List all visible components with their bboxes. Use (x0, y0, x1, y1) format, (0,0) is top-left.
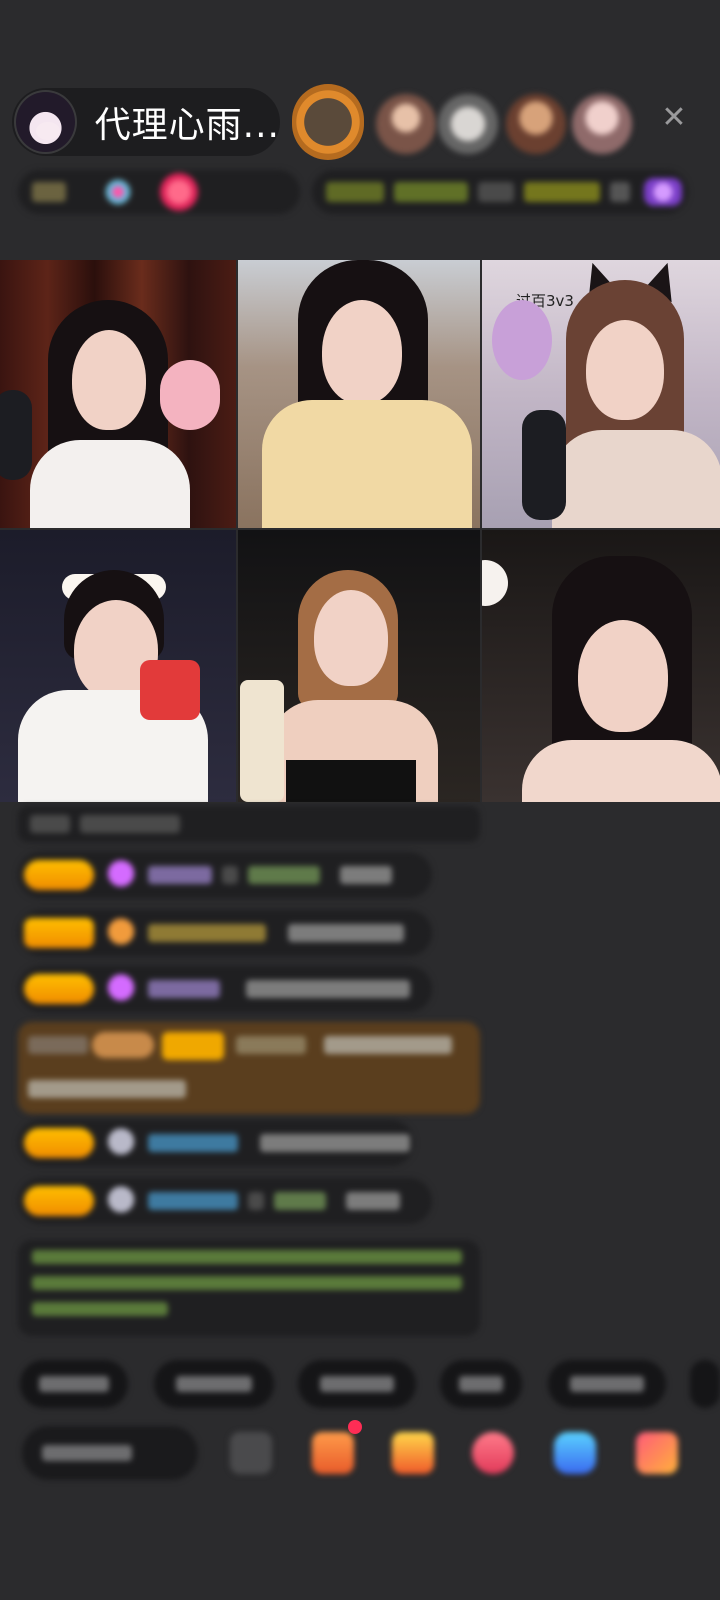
top-viewer-avatar-1[interactable] (292, 84, 364, 160)
flower-decoration (492, 300, 552, 380)
host-info-pill[interactable]: 代理心雨... (12, 88, 280, 156)
video-cell-3[interactable]: 过百3v3 (482, 260, 720, 528)
close-icon[interactable]: ✕ (656, 100, 692, 136)
chat-message[interactable] (18, 910, 432, 956)
microphone (0, 390, 32, 480)
chat-input-box[interactable] (22, 1426, 198, 1480)
rank-badge-icon (32, 182, 66, 202)
host-avatar-icon[interactable] (14, 90, 77, 154)
top-viewer-avatar-2[interactable] (376, 94, 436, 154)
notification-dot (348, 1420, 362, 1434)
gift-icon[interactable] (636, 1432, 678, 1474)
tag-chip (610, 182, 630, 202)
tag-chip (524, 182, 600, 202)
gem-icon (104, 1128, 138, 1158)
black-top (286, 760, 416, 802)
like-icon[interactable] (472, 1432, 514, 1474)
lucky-bag-icon[interactable] (312, 1432, 354, 1474)
quick-chip[interactable] (440, 1360, 522, 1408)
chat-system-message (18, 806, 480, 842)
quick-chip[interactable] (690, 1360, 720, 1408)
video-cell-6[interactable] (482, 530, 720, 802)
lamp-globe (482, 560, 508, 606)
video-cell-4[interactable] (0, 530, 236, 802)
chat-highlight-message[interactable] (18, 1022, 480, 1114)
tag-chip (478, 182, 514, 202)
host-name: 代理心雨... (94, 105, 280, 146)
video-cell-2[interactable] (238, 260, 480, 528)
top-viewer-avatar-4[interactable] (506, 94, 566, 154)
streamer-face (578, 620, 668, 732)
fan-level-badge (24, 974, 94, 1004)
gem-icon (104, 974, 138, 1004)
lamp (240, 680, 284, 802)
gem-icon (104, 860, 138, 890)
fan-level-badge (24, 860, 94, 890)
video-cell-5[interactable] (238, 530, 480, 802)
share-icon[interactable] (554, 1432, 596, 1474)
quick-chip[interactable] (548, 1360, 666, 1408)
streamer-face (586, 320, 664, 420)
fan-level-badge (24, 1186, 94, 1216)
streamer-body (552, 430, 720, 528)
streamer-face (322, 300, 402, 404)
streamer-body (30, 440, 190, 528)
gem-icon (104, 918, 138, 948)
quick-chip[interactable] (298, 1360, 416, 1408)
rank-strip[interactable] (18, 170, 300, 214)
red-chair (140, 660, 200, 720)
video-grid: 过百3v3 (0, 260, 720, 802)
chat-message[interactable] (18, 1120, 414, 1166)
tag-strip[interactable] (312, 170, 688, 214)
quick-chip[interactable] (20, 1360, 128, 1408)
gem-icon (104, 1186, 138, 1216)
fan-club-icon (104, 178, 132, 206)
streamer-body (262, 400, 472, 528)
streamer-face (314, 590, 388, 686)
chat-message[interactable] (18, 852, 432, 898)
top-viewer-avatar-3[interactable] (438, 94, 498, 154)
streamer-face (72, 330, 146, 430)
video-cell-1[interactable] (0, 260, 236, 528)
microphone (522, 410, 566, 520)
tag-gift-icon[interactable] (644, 178, 682, 206)
pink-chair (160, 360, 220, 430)
emoji-icon[interactable] (230, 1432, 272, 1474)
streamer-body (522, 740, 720, 802)
fan-level-badge (24, 918, 94, 948)
tag-chip (394, 182, 468, 202)
tag-chip (326, 182, 384, 202)
treasure-icon[interactable] (392, 1432, 434, 1474)
chat-message[interactable] (18, 1178, 432, 1224)
follow-heart-icon[interactable] (160, 173, 198, 211)
chat-message[interactable] (18, 966, 432, 1012)
fan-level-badge (24, 1128, 94, 1158)
quick-chip[interactable] (154, 1360, 274, 1408)
chat-notice-message (18, 1240, 480, 1336)
top-viewer-avatar-5[interactable] (572, 94, 632, 154)
